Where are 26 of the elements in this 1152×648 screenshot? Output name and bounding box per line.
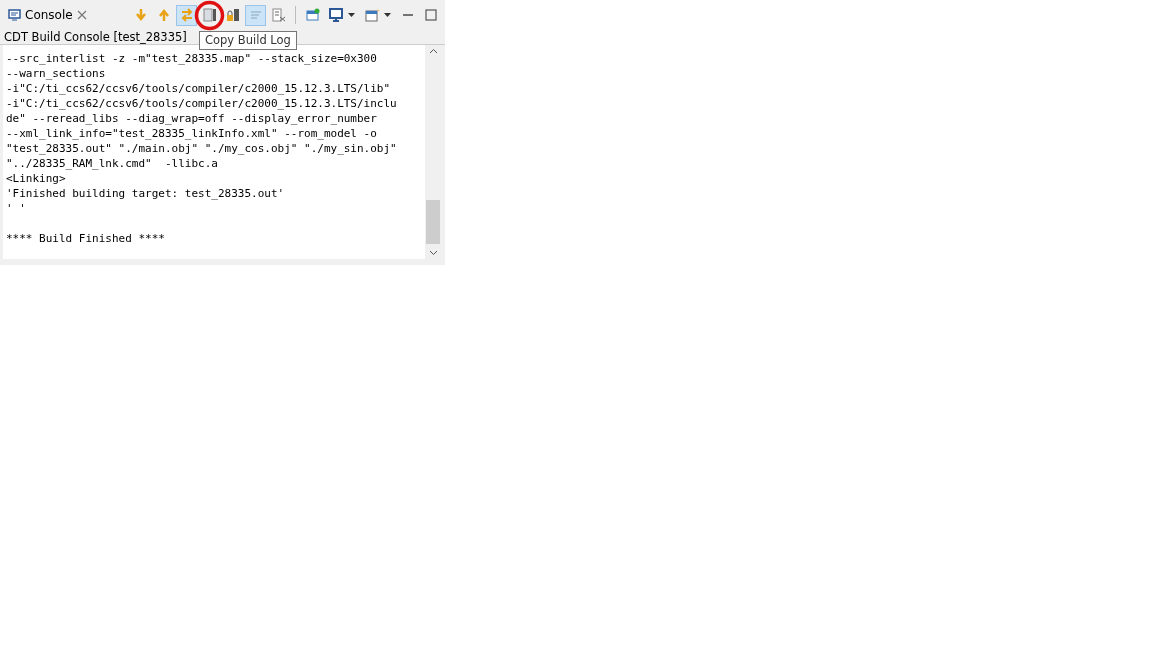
console-line: ' ' bbox=[6, 201, 27, 216]
console-line: "test_28335.out" "./main.obj" "./my_cos.obj" "./my_sin.obj" bbox=[6, 141, 398, 156]
console-line: "../28335_RAM_lnk.cmd" -llibc.a bbox=[6, 156, 219, 171]
scroll-up-icon[interactable] bbox=[428, 48, 438, 54]
maximize-icon bbox=[422, 7, 439, 23]
close-icon[interactable] bbox=[76, 10, 87, 20]
console-line: 'Finished building target: test_28335.out' bbox=[6, 186, 286, 201]
scroll-down-icon[interactable] bbox=[428, 250, 438, 256]
display-icon bbox=[327, 7, 344, 23]
lock-icon bbox=[224, 7, 241, 23]
console-line: <Linking> bbox=[6, 171, 67, 186]
caret-icon[interactable] bbox=[348, 13, 355, 17]
console-line: **** Build Finished **** bbox=[6, 231, 166, 246]
console-line: --src_interlist -z -m"test_28335.map" --stack_size=0x300 bbox=[6, 51, 378, 66]
caret-icon[interactable] bbox=[384, 13, 391, 17]
console-icon bbox=[8, 9, 21, 21]
console-line: --warn_sections bbox=[6, 66, 107, 81]
scrollbar-thumb[interactable] bbox=[426, 200, 440, 244]
tab-title: Console bbox=[25, 8, 73, 22]
minimize-icon bbox=[402, 14, 413, 16]
console-line: de" --reread_libs --diag_wrap=off --display_error_number bbox=[6, 111, 378, 126]
console-line: -i"C:/ti_ccs62/ccsv6/tools/compiler/c2000_15.12.3.LTS/lib" bbox=[6, 81, 392, 96]
console-line: -i"C:/ti_ccs62/ccsv6/tools/compiler/c2000_15.12.3.LTS/inclu bbox=[6, 96, 398, 111]
swap-button[interactable] bbox=[176, 4, 197, 26]
console-line: --xml_link_info="test_28335_linkInfo.xml" --rom_model -o bbox=[6, 126, 378, 141]
tooltip: Copy Build Log bbox=[199, 31, 297, 50]
